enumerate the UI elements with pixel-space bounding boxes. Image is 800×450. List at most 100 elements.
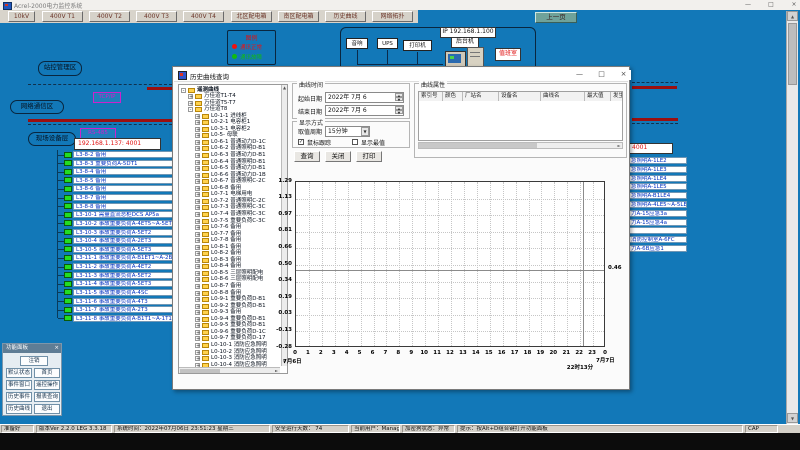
- tree-scroll-up-icon[interactable]: ▲: [282, 85, 287, 90]
- tree-vscrollbar[interactable]: ▲ ▼: [281, 85, 287, 366]
- tree-item[interactable]: L0-8-6 三层照明配电: [211, 276, 263, 282]
- dialog-titlebar[interactable]: 历史曲线查询: [174, 68, 628, 82]
- device-item[interactable]: L3-11-6 事故重要负荷A-4T3: [73, 298, 177, 305]
- tree-expand-icon[interactable]: +: [195, 192, 200, 197]
- props-scroll-right-icon[interactable]: ►: [616, 143, 622, 148]
- device-item[interactable]: L3-11-2 事故重要负荷A-4ET2: [73, 263, 177, 270]
- device-item[interactable]: 急照明A-B1LE4: [628, 192, 687, 199]
- tree-hscrollbar[interactable]: ►: [179, 367, 280, 373]
- tree-item[interactable]: L0-7-7 备用: [211, 231, 241, 237]
- function-button[interactable]: 默认状态: [6, 368, 32, 378]
- dialog-close-icon[interactable]: ×: [616, 70, 631, 80]
- function-button[interactable]: 历史曲线: [6, 404, 32, 414]
- date-field[interactable]: 2022年 7月 6: [325, 105, 404, 116]
- tree-expand-icon[interactable]: +: [188, 101, 193, 106]
- tab-4[interactable]: 400V T3: [136, 11, 177, 22]
- device-item[interactable]: L3-10-1 需量直流总柜DCS AP5a: [73, 211, 177, 218]
- tree-expand-icon[interactable]: +: [195, 199, 200, 204]
- scroll-down-icon[interactable]: ▼: [787, 413, 798, 423]
- tree-expand-icon[interactable]: -: [181, 88, 186, 93]
- device-item[interactable]: L3-8-7 备用: [73, 194, 177, 201]
- device-item[interactable]: 急照明A-4LE5~A-5LE5: [628, 201, 687, 208]
- device-item[interactable]: L3-11-7 事故重要负荷A-2T3: [73, 306, 177, 313]
- tree-expand-icon[interactable]: +: [195, 232, 200, 237]
- logout-button[interactable]: 注销: [20, 356, 48, 366]
- tree-expand-icon[interactable]: +: [195, 356, 200, 361]
- tree-expand-icon[interactable]: +: [195, 277, 200, 282]
- tree-item[interactable]: L0-6-6 普通动力D-1B: [211, 172, 266, 178]
- tree-expand-icon[interactable]: +: [195, 284, 200, 289]
- tree-expand-icon[interactable]: +: [195, 310, 200, 315]
- device-item[interactable]: L3-8-6 备用: [73, 185, 177, 192]
- device-item[interactable]: L3-8-8 备用: [73, 203, 177, 210]
- tree-item[interactable]: L0-6-8 备用: [211, 185, 241, 191]
- tree-expand-icon[interactable]: +: [188, 94, 193, 99]
- tree-expand-icon[interactable]: +: [195, 291, 200, 296]
- tree-expand-icon[interactable]: +: [195, 258, 200, 263]
- tree-expand-icon[interactable]: +: [195, 219, 200, 224]
- tree-item[interactable]: L0-10-1 消防应急照明: [211, 342, 267, 348]
- minimize-icon[interactable]: —: [740, 1, 756, 9]
- tree-item[interactable]: L0-10-2 消防应急照明: [211, 349, 267, 355]
- print-button[interactable]: 打印: [356, 151, 382, 162]
- tree-expand-icon[interactable]: +: [195, 297, 200, 302]
- dialog-maximize-icon[interactable]: □: [594, 70, 609, 80]
- function-panel-titlebar[interactable]: 功能面板 ×: [3, 344, 61, 353]
- function-button[interactable]: 报表查询: [34, 392, 60, 402]
- maximize-icon[interactable]: □: [763, 1, 779, 9]
- tree-item[interactable]: L0-6-3 普通动力D-B1: [211, 152, 266, 158]
- tree-item[interactable]: 万佳道T8: [204, 106, 227, 112]
- tree-expand-icon[interactable]: +: [195, 166, 200, 171]
- function-button[interactable]: 事件窗口: [6, 380, 32, 390]
- tree-expand-icon[interactable]: +: [195, 330, 200, 335]
- tree-item[interactable]: L0-9-7 重要负荷D-17: [211, 335, 266, 341]
- tree-item[interactable]: L0-7-1 电梯用电: [211, 191, 252, 197]
- tree-item[interactable]: L0-8-5 三层照明配电: [211, 270, 263, 276]
- device-item[interactable]: L3-11-5 事故重要负荷A-4SC: [73, 289, 177, 296]
- device-item[interactable]: 力A-15应急4a: [628, 219, 687, 226]
- device-item[interactable]: L3-8-2 备用: [73, 151, 177, 158]
- props-hscroll-thumb[interactable]: [419, 143, 537, 148]
- tree-expand-icon[interactable]: +: [195, 120, 200, 125]
- tree-expand-icon[interactable]: +: [195, 317, 200, 322]
- device-item[interactable]: L3-11-8 事故重要负荷A-B1T1~A-1T1: [73, 315, 177, 322]
- close-button[interactable]: 关闭: [325, 151, 351, 162]
- tree-expand-icon[interactable]: +: [195, 336, 200, 341]
- tree-expand-icon[interactable]: +: [195, 350, 200, 355]
- checkbox[interactable]: [352, 139, 358, 145]
- device-item[interactable]: 消防控制室A-6FC: [628, 236, 687, 243]
- device-item[interactable]: L3-10-4 事故重要负荷A-2ET3: [73, 237, 177, 244]
- checkbox[interactable]: ✓: [298, 139, 304, 145]
- device-item[interactable]: L3-8-4 备用: [73, 168, 177, 175]
- tree-expand-icon[interactable]: -: [188, 107, 193, 112]
- function-panel-close-icon[interactable]: ×: [54, 344, 59, 353]
- tab-9[interactable]: 网络拓扑: [372, 11, 413, 22]
- tree-expand-icon[interactable]: +: [195, 251, 200, 256]
- tab-3[interactable]: 400V T2: [89, 11, 130, 22]
- tree-item[interactable]: L0-7-2 普通照明C-2C: [211, 198, 265, 204]
- tree-item[interactable]: L0-9-4 重要负荷D-B1: [211, 316, 266, 322]
- close-icon[interactable]: ×: [786, 1, 800, 9]
- tree-expand-icon[interactable]: +: [195, 205, 200, 210]
- curve-plot-area[interactable]: [295, 181, 605, 347]
- tree-item[interactable]: L0-8-4 备用: [211, 263, 241, 269]
- tree-item[interactable]: 遥测曲线: [197, 87, 219, 93]
- tree-item[interactable]: L0-9-1 重要负荷D-B1: [211, 296, 266, 302]
- device-item[interactable]: L3-10-3 事故重要负荷A-5ET2: [73, 229, 177, 236]
- tree-expand-icon[interactable]: +: [195, 245, 200, 250]
- device-item[interactable]: 急照明A-1LE4: [628, 175, 687, 182]
- tree-item[interactable]: L0-3-1 电容柜2: [211, 126, 250, 132]
- tab-7[interactable]: 南区配电箱: [278, 11, 319, 22]
- tree-item[interactable]: L0-7-5 重要负荷C-3C: [211, 218, 265, 224]
- tree-item[interactable]: L0-7-6 备用: [211, 224, 241, 230]
- tree-expand-icon[interactable]: +: [195, 225, 200, 230]
- tree-item[interactable]: L0-7-8 备用: [211, 237, 241, 243]
- function-button[interactable]: 遥控操作: [34, 380, 60, 390]
- tree-expand-icon[interactable]: +: [195, 264, 200, 269]
- date-spin-down-icon[interactable]: ▼: [395, 97, 403, 101]
- tree-item[interactable]: L0-6-1 普通动力D-1C: [211, 139, 266, 145]
- tab-5[interactable]: 400V T4: [183, 11, 224, 22]
- tree-item[interactable]: L0-6-5 普通动力D-B1: [211, 165, 266, 171]
- function-button[interactable]: 首页: [34, 368, 60, 378]
- tree-expand-icon[interactable]: +: [195, 114, 200, 119]
